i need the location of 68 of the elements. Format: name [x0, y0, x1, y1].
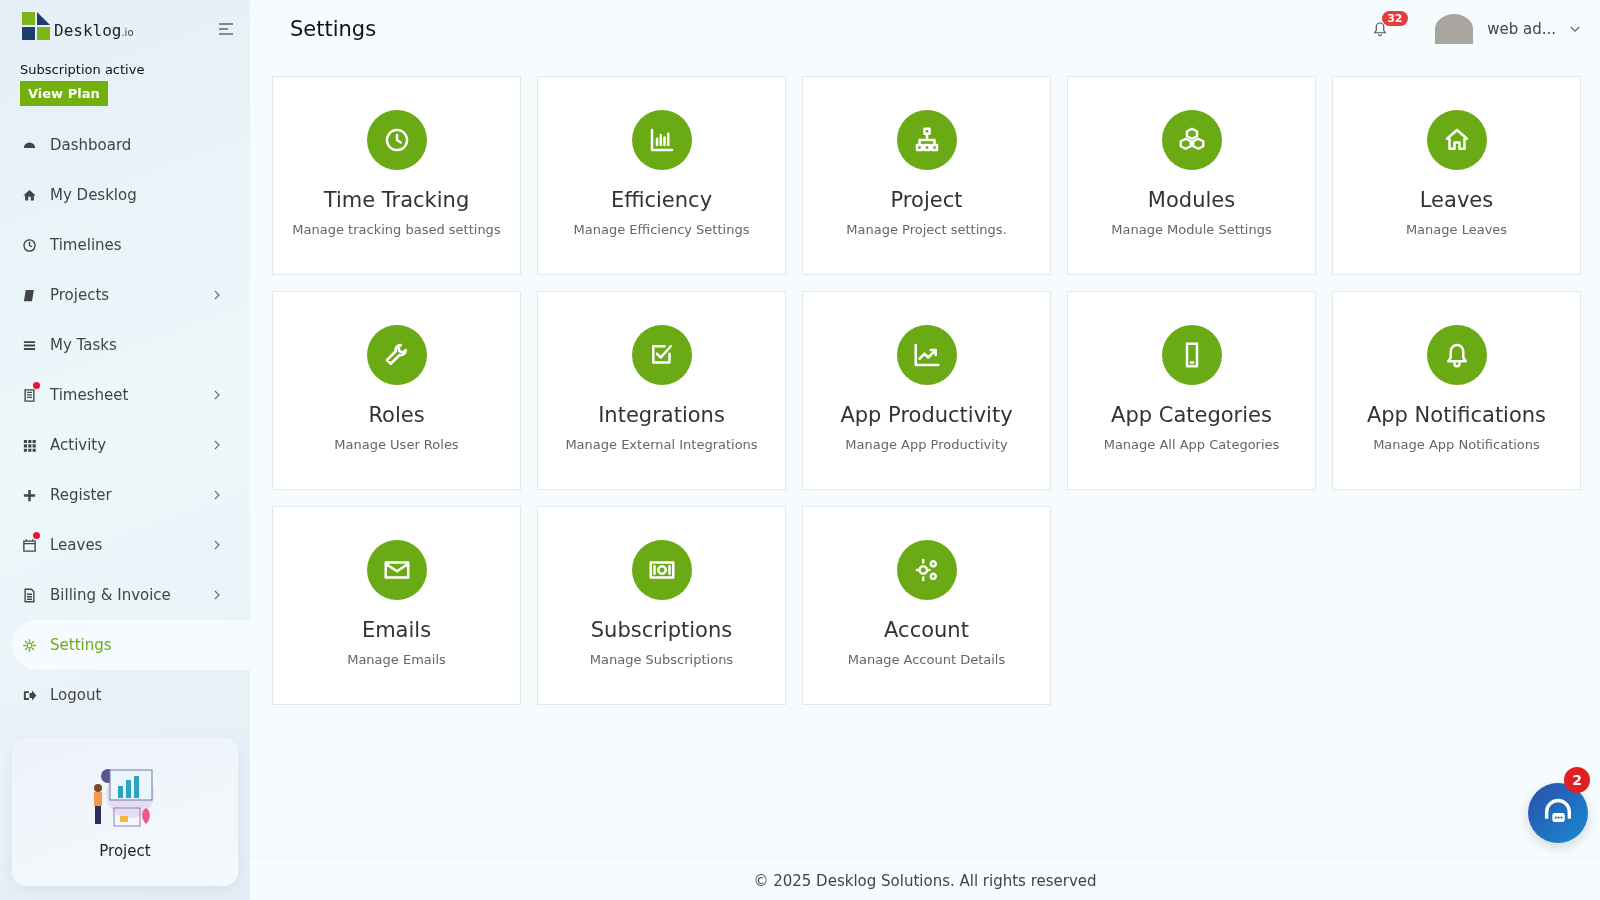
card-title: Roles	[368, 403, 425, 427]
sidebar-item[interactable]: Timelines	[12, 220, 250, 270]
settings-card[interactable]: App Notifications Manage App Notifications	[1332, 291, 1581, 490]
sidebar-item[interactable]: Timesheet	[12, 370, 250, 420]
settings-card[interactable]: Account Manage Account Details	[802, 506, 1051, 705]
card-description: Manage Leaves	[1405, 222, 1508, 237]
card-description: Manage Emails	[347, 652, 446, 667]
document-icon	[22, 587, 37, 603]
card-title: Leaves	[1419, 188, 1494, 212]
user-name[interactable]: web ad...	[1487, 20, 1556, 38]
menu-icon[interactable]	[218, 22, 234, 36]
settings-card[interactable]: Subscriptions Manage Subscriptions	[537, 506, 786, 705]
settings-card[interactable]: Integrations Manage External Integrations	[537, 291, 786, 490]
sidebar-item[interactable]: Logout	[12, 670, 250, 720]
settings-card[interactable]: Efficiency Manage Efficiency Settings	[537, 76, 786, 275]
notification-badge: 32	[1382, 11, 1408, 26]
copyright-text: © 2025 Desklog Solutions. All rights reserved	[250, 857, 1600, 900]
card-title: Integrations	[598, 403, 725, 427]
logo-icon	[22, 12, 50, 40]
card-description: Manage Module Settings	[1111, 222, 1272, 237]
settings-card[interactable]: Emails Manage Emails	[272, 506, 521, 705]
page-title: Settings	[290, 17, 377, 41]
sidebar-item[interactable]: Register	[12, 470, 250, 520]
calendar-icon	[22, 537, 37, 553]
card-description: Manage Project settings.	[846, 222, 1007, 237]
subscription-status: Subscription active	[20, 62, 146, 77]
plus-icon	[22, 487, 37, 503]
settings-card[interactable]: Leaves Manage Leaves	[1332, 76, 1581, 275]
settings-card[interactable]: App Productivity Manage App Productivity	[802, 291, 1051, 490]
settings-card[interactable]: Time Tracking Manage tracking based settings	[272, 76, 521, 275]
card-title: Modules	[1147, 188, 1236, 212]
clock-icon	[22, 237, 37, 253]
card-description: Manage External Integrations	[565, 437, 758, 452]
settings-card[interactable]: App Categories Manage All App Categories	[1067, 291, 1316, 490]
card-title: Subscriptions	[590, 618, 733, 642]
card-description: Manage Account Details	[847, 652, 1006, 667]
settings-card[interactable]: Project Manage Project settings.	[802, 76, 1051, 275]
card-description: Manage App Productivity	[845, 437, 1008, 452]
sidebar-item[interactable]: Dashboard	[12, 120, 250, 170]
sidebar-item[interactable]: Billing & Invoice	[12, 570, 250, 620]
brand-name: Desklog.io	[54, 21, 134, 40]
card-title: App Productivity	[840, 403, 1013, 427]
sidebar-item[interactable]: My Desklog	[12, 170, 250, 220]
settings-card[interactable]: Modules Manage Module Settings	[1067, 76, 1316, 275]
card-title: Emails	[361, 618, 432, 642]
sidebar-item[interactable]: Activity	[12, 420, 250, 470]
promo-label: Project	[99, 842, 151, 860]
card-title: Account	[884, 618, 969, 642]
card-description: Manage Subscriptions	[589, 652, 734, 667]
sidebar-item[interactable]: My Tasks	[12, 320, 250, 370]
grid-icon	[22, 437, 37, 453]
home-icon	[22, 187, 37, 203]
card-title: Efficiency	[610, 188, 713, 212]
card-description: Manage User Roles	[334, 437, 459, 452]
card-title: App Notifications	[1366, 403, 1547, 427]
card-title: Project	[890, 188, 963, 212]
settings-card[interactable]: Roles Manage User Roles	[272, 291, 521, 490]
sidebar-item[interactable]: Projects	[12, 270, 250, 320]
sheet-icon	[22, 387, 37, 403]
card-description: Manage Efficiency Settings	[573, 222, 750, 237]
card-description: Manage All App Categories	[1103, 437, 1280, 452]
promo-card[interactable]: Project	[12, 738, 238, 886]
card-description: Manage App Notifications	[1373, 437, 1540, 452]
sidebar-item[interactable]: Leaves	[12, 520, 250, 570]
card-title: Time Tracking	[323, 188, 470, 212]
chevron-down-icon[interactable]	[1570, 25, 1580, 33]
card-title: App Categories	[1111, 403, 1272, 427]
card-description: Manage tracking based settings	[292, 222, 501, 237]
